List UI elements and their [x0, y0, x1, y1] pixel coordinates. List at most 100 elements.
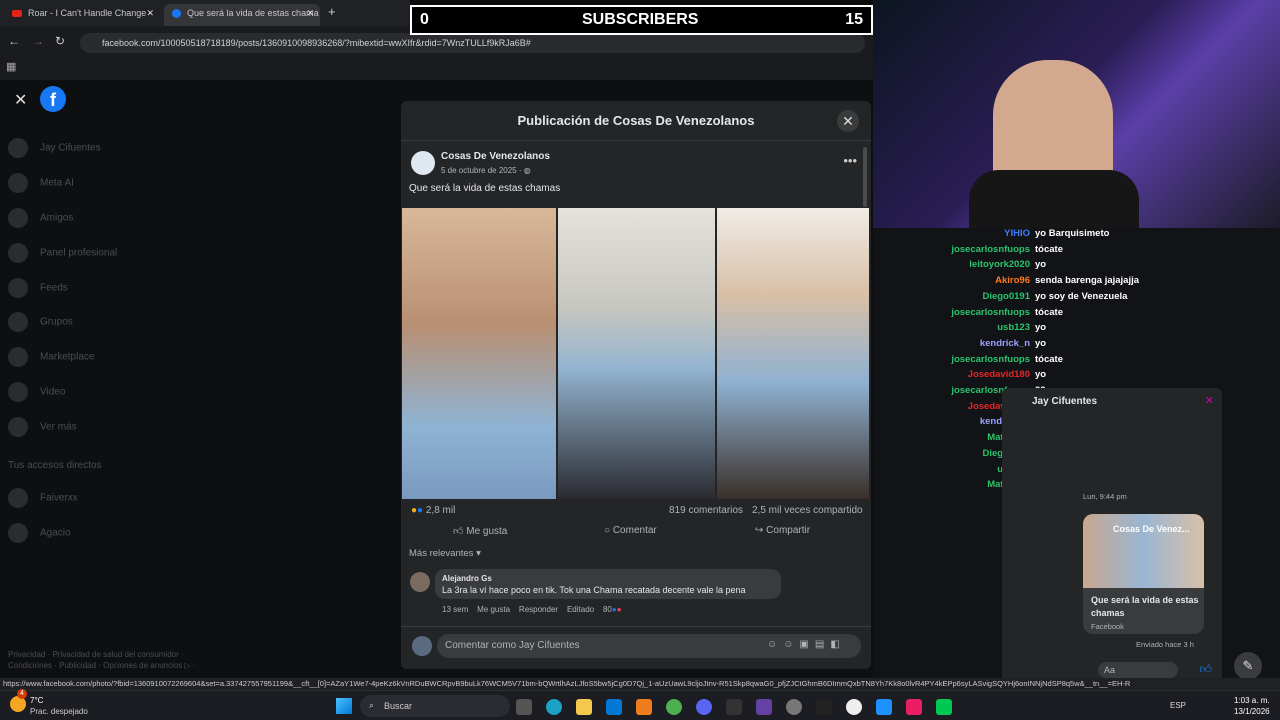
close-icon[interactable]: ✕ — [837, 110, 859, 132]
share-count[interactable]: 2,5 mil veces compartido — [752, 505, 863, 516]
start-icon[interactable] — [336, 698, 352, 714]
avatar[interactable] — [410, 572, 430, 592]
page-avatar[interactable] — [411, 151, 435, 175]
sidebar-item[interactable]: Video — [8, 382, 65, 402]
back-icon[interactable]: ← — [8, 34, 20, 48]
app-icon[interactable] — [876, 699, 892, 715]
app-icon[interactable] — [636, 699, 652, 715]
chat-username[interactable]: josecarlosnfuops — [873, 244, 1035, 255]
url-field[interactable]: facebook.com/100050518718189/posts/13609… — [80, 33, 865, 53]
post-photo-1[interactable] — [402, 208, 556, 499]
edge-icon[interactable] — [546, 699, 562, 715]
comment-age[interactable]: 13 sem — [442, 605, 468, 614]
chat-text: tócate — [1035, 243, 1063, 255]
store-icon[interactable] — [606, 699, 622, 715]
comment-reaction-count[interactable]: 80 — [603, 605, 612, 614]
subscribers-left-count: 0 — [420, 11, 429, 28]
comment-button[interactable]: ○ Comentar — [604, 525, 657, 536]
card-text: Que será la vida de estas chamas — [1091, 595, 1199, 618]
app-icon[interactable] — [936, 699, 952, 715]
share-button[interactable]: ↪ Compartir — [755, 525, 810, 536]
app-icon[interactable] — [756, 699, 772, 715]
sidebar-item[interactable]: Feeds — [8, 278, 68, 298]
notification-badge: 4 — [17, 689, 27, 699]
new-message-icon[interactable]: ✎ — [1234, 652, 1262, 680]
globe-icon: ◍ — [523, 166, 531, 175]
comment-count[interactable]: 819 comentarios — [669, 505, 743, 516]
search-icon: ⌕ — [369, 700, 375, 710]
discord-icon[interactable] — [696, 699, 712, 715]
card-title: Cosas De Venez... — [1113, 524, 1190, 534]
close-icon[interactable]: ✕ — [146, 4, 154, 22]
close-icon[interactable]: ✕ — [14, 90, 27, 110]
messenger-title[interactable]: Jay Cifuentes — [1032, 396, 1097, 407]
sidebar-item[interactable]: Panel profesional — [8, 243, 117, 263]
chat-message: usb123 yo — [873, 322, 1153, 333]
chat-username[interactable]: Akiro96 — [873, 275, 1035, 286]
post-photo-2[interactable] — [558, 208, 715, 499]
chat-username[interactable]: Diego0191 — [873, 291, 1035, 302]
forward-icon[interactable]: → — [32, 34, 44, 48]
task-view-icon[interactable] — [516, 699, 532, 715]
chat-username[interactable]: leitoyork2020 — [873, 259, 1035, 270]
chat-message: Akiro96 senda barenga jajajajja — [873, 275, 1153, 286]
tab-roar[interactable]: Roar - I Can't Handle Change - ✕ — [4, 4, 160, 26]
taskbar-search[interactable]: Buscar — [360, 695, 510, 717]
sort-dropdown[interactable]: Más relevantes ▾ — [409, 548, 481, 559]
tab-facebook-post[interactable]: Que será la vida de estas chama ✕ — [164, 4, 320, 26]
apps-grid-icon[interactable]: ▦ — [6, 60, 16, 73]
chat-message: kendrick_n yo — [873, 338, 1153, 349]
sidebar-item[interactable]: Grupos — [8, 312, 73, 332]
chat-username[interactable]: Josedavid180 — [873, 369, 1035, 380]
close-icon[interactable]: ✕ — [1205, 394, 1214, 407]
sidebar-item[interactable]: Jay Cifuentes — [8, 138, 101, 158]
chat-username[interactable]: usb123 — [873, 322, 1035, 333]
close-icon[interactable]: ✕ — [306, 4, 314, 22]
modal-scrollbar[interactable] — [863, 147, 867, 207]
message-input[interactable]: Aa — [1098, 662, 1178, 678]
youtube-icon — [12, 10, 22, 18]
sidebar-item[interactable]: Ver más — [8, 417, 77, 437]
chat-text: yo soy de Venezuela — [1035, 290, 1128, 302]
new-tab-button[interactable]: + — [328, 4, 336, 19]
shortcut-item[interactable]: Faiverxx — [8, 488, 78, 508]
like-button[interactable]: 👍︎ Me gusta — [453, 525, 507, 537]
clock-time[interactable]: 1:03 a. m. — [1234, 696, 1270, 705]
chat-username[interactable]: YIHIO — [873, 228, 1035, 239]
chat-username[interactable]: josecarlosnfuops — [873, 354, 1035, 365]
clock-date[interactable]: 13/1/2026 — [1234, 707, 1270, 716]
app-icon[interactable] — [906, 699, 922, 715]
sidebar-item[interactable]: Marketplace — [8, 347, 94, 367]
comment-like-button[interactable]: Me gusta — [477, 605, 510, 614]
windows-taskbar: 4 7°C Prac. despejado Buscar ⌕ ESP 1:03 … — [0, 689, 1280, 720]
more-options-icon[interactable]: ••• — [843, 153, 857, 168]
card-source: Facebook — [1091, 622, 1124, 631]
app-icon[interactable] — [846, 699, 862, 715]
chat-username[interactable]: josecarlosnfuops — [873, 307, 1035, 318]
facebook-logo-icon[interactable]: f — [40, 86, 66, 112]
page-name[interactable]: Cosas De Venezolanos — [441, 151, 550, 162]
shared-post-card[interactable]: Cosas De Venez... Que será la vida de es… — [1083, 514, 1204, 634]
app-icon[interactable] — [726, 699, 742, 715]
comment-author[interactable]: Alejandro Gs — [442, 574, 492, 583]
chat-text: yo — [1035, 259, 1047, 271]
chat-message: josecarlosnfuops tócate — [873, 307, 1153, 318]
file-explorer-icon[interactable] — [576, 699, 592, 715]
chat-username[interactable]: kendrick_n — [873, 338, 1035, 349]
composer-tools-icons[interactable]: ☺☺▣▤◧ — [767, 639, 846, 650]
comment-reply-button[interactable]: Responder — [519, 605, 558, 614]
sidebar-item[interactable]: Meta AI — [8, 173, 74, 193]
thumbs-up-icon[interactable]: 👍︎ — [1199, 662, 1212, 677]
sidebar-item[interactable]: Amigos — [8, 208, 73, 228]
chrome-icon[interactable] — [666, 699, 682, 715]
post-photo-3[interactable] — [717, 208, 869, 499]
reload-icon[interactable]: ↻ — [55, 34, 65, 48]
shortcut-item[interactable]: Agacio — [8, 523, 71, 543]
chat-message: YIHIO yo Barquisimeto — [873, 228, 1153, 239]
language-indicator[interactable]: ESP — [1170, 701, 1186, 710]
post-modal: Publicación de Cosas De Venezolanos ✕ Co… — [401, 101, 871, 669]
app-icon[interactable] — [816, 699, 832, 715]
obs-icon[interactable] — [786, 699, 802, 715]
facebook-icon — [172, 9, 181, 19]
reaction-summary[interactable]: ●● 2,8 mil — [411, 505, 455, 516]
